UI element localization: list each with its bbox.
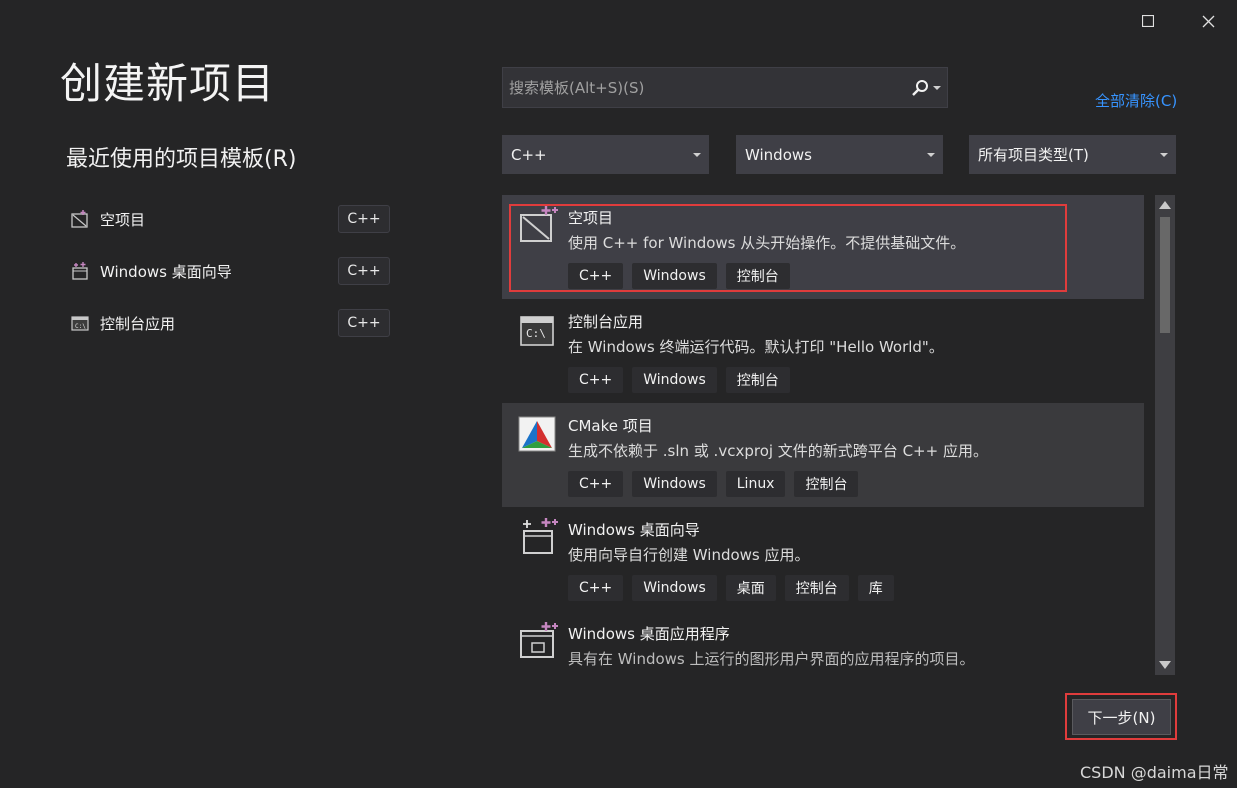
scrollbar-thumb[interactable] (1160, 217, 1170, 333)
recent-item-label: Windows 桌面向导 (100, 262, 232, 281)
chevron-down-icon (1160, 152, 1168, 157)
page-title: 创建新项目 (60, 59, 276, 108)
search-icon (912, 79, 928, 96)
template-tag: 控制台 (725, 367, 790, 393)
console-app-icon: C:\ (520, 316, 554, 346)
watermark-text: CSDN @daima日常 (1080, 763, 1229, 782)
close-icon (1202, 15, 1214, 27)
template-item-windows-wizard[interactable]: Windows 桌面向导 使用向导自行创建 Windows 应用。 C++ Wi… (502, 507, 1144, 611)
search-input[interactable] (503, 77, 911, 98)
chevron-down-icon (933, 85, 941, 90)
scroll-up-arrow-icon[interactable] (1159, 201, 1171, 209)
recent-templates-heading: 最近使用的项目模板(R) (66, 147, 297, 172)
scroll-down-arrow-icon[interactable] (1159, 661, 1171, 669)
search-button[interactable] (911, 79, 941, 97)
template-description: 具有在 Windows 上运行的图形用户界面的应用程序的项目。 (568, 650, 975, 668)
chevron-down-icon (927, 152, 935, 157)
template-name: Windows 桌面向导 (568, 521, 700, 539)
console-app-icon: C:\ (71, 316, 89, 331)
template-search-box[interactable] (502, 67, 948, 108)
template-tag: 库 (857, 575, 894, 601)
highlight-annotation-box (509, 204, 1067, 292)
template-list-scrollbar[interactable] (1155, 195, 1175, 675)
template-description: 使用向导自行创建 Windows 应用。 (568, 546, 810, 564)
template-description: 在 Windows 终端运行代码。默认打印 "Hello World"。 (568, 338, 944, 356)
template-tag: 桌面 (725, 575, 776, 601)
windows-wizard-icon (523, 518, 558, 554)
windows-wizard-icon (72, 262, 88, 280)
platform-filter-value: Windows (745, 145, 812, 164)
template-item-desktop-app[interactable]: Windows 桌面应用程序 具有在 Windows 上运行的图形用户界面的应用… (502, 611, 1144, 675)
language-filter-dropdown[interactable]: C++ (502, 135, 709, 174)
clear-all-link[interactable]: 全部清除(C) (1095, 90, 1177, 111)
template-tags: C++ Windows 桌面 控制台 库 (568, 575, 894, 601)
recent-item-empty-project[interactable]: 空项目 C++ (70, 205, 390, 233)
template-name: 控制台应用 (568, 313, 644, 331)
template-name: CMake 项目 (568, 417, 653, 435)
template-tag: Linux (725, 471, 786, 497)
template-tag: Windows (632, 367, 717, 393)
template-tag: 控制台 (794, 471, 859, 497)
platform-filter-dropdown[interactable]: Windows (736, 135, 943, 174)
recent-item-console-app[interactable]: C:\ 控制台应用 C++ (70, 309, 390, 337)
template-tag: C++ (568, 575, 624, 601)
recent-item-lang-tag: C++ (338, 257, 390, 285)
template-tag: C++ (568, 471, 624, 497)
recent-item-label: 控制台应用 (100, 314, 176, 333)
template-item-console-app[interactable]: C:\ 控制台应用 在 Windows 终端运行代码。默认打印 "Hello W… (502, 299, 1144, 403)
next-button[interactable]: 下一步(N) (1072, 699, 1171, 735)
chevron-down-icon (693, 152, 701, 157)
template-tag: Windows (632, 471, 717, 497)
template-tag: C++ (568, 367, 624, 393)
recent-item-lang-tag: C++ (338, 205, 390, 233)
close-button[interactable] (1185, 6, 1231, 36)
svg-text:C:\: C:\ (526, 327, 546, 340)
project-type-filter-value: 所有项目类型(T) (978, 146, 1089, 164)
recent-item-lang-tag: C++ (338, 309, 390, 337)
template-description: 生成不依赖于 .sln 或 .vcxproj 文件的新式跨平台 C++ 应用。 (568, 442, 988, 460)
template-tag: Windows (632, 575, 717, 601)
template-tags: C++ Windows Linux 控制台 (568, 471, 859, 497)
recent-item-windows-wizard[interactable]: Windows 桌面向导 C++ (70, 257, 390, 285)
template-tags: C++ Windows 控制台 (568, 367, 790, 393)
svg-text:C:\: C:\ (75, 323, 86, 330)
desktop-app-icon (520, 622, 558, 658)
template-tag: 控制台 (784, 575, 849, 601)
empty-project-icon (71, 210, 88, 228)
maximize-button[interactable] (1125, 6, 1171, 36)
cmake-icon (518, 416, 556, 452)
template-item-cmake[interactable]: CMake 项目 生成不依赖于 .sln 或 .vcxproj 文件的新式跨平台… (502, 403, 1144, 507)
project-type-filter-dropdown[interactable]: 所有项目类型(T) (969, 135, 1176, 174)
template-name: Windows 桌面应用程序 (568, 625, 730, 643)
recent-item-label: 空项目 (100, 210, 146, 229)
language-filter-value: C++ (511, 145, 547, 164)
maximize-icon (1142, 15, 1154, 27)
